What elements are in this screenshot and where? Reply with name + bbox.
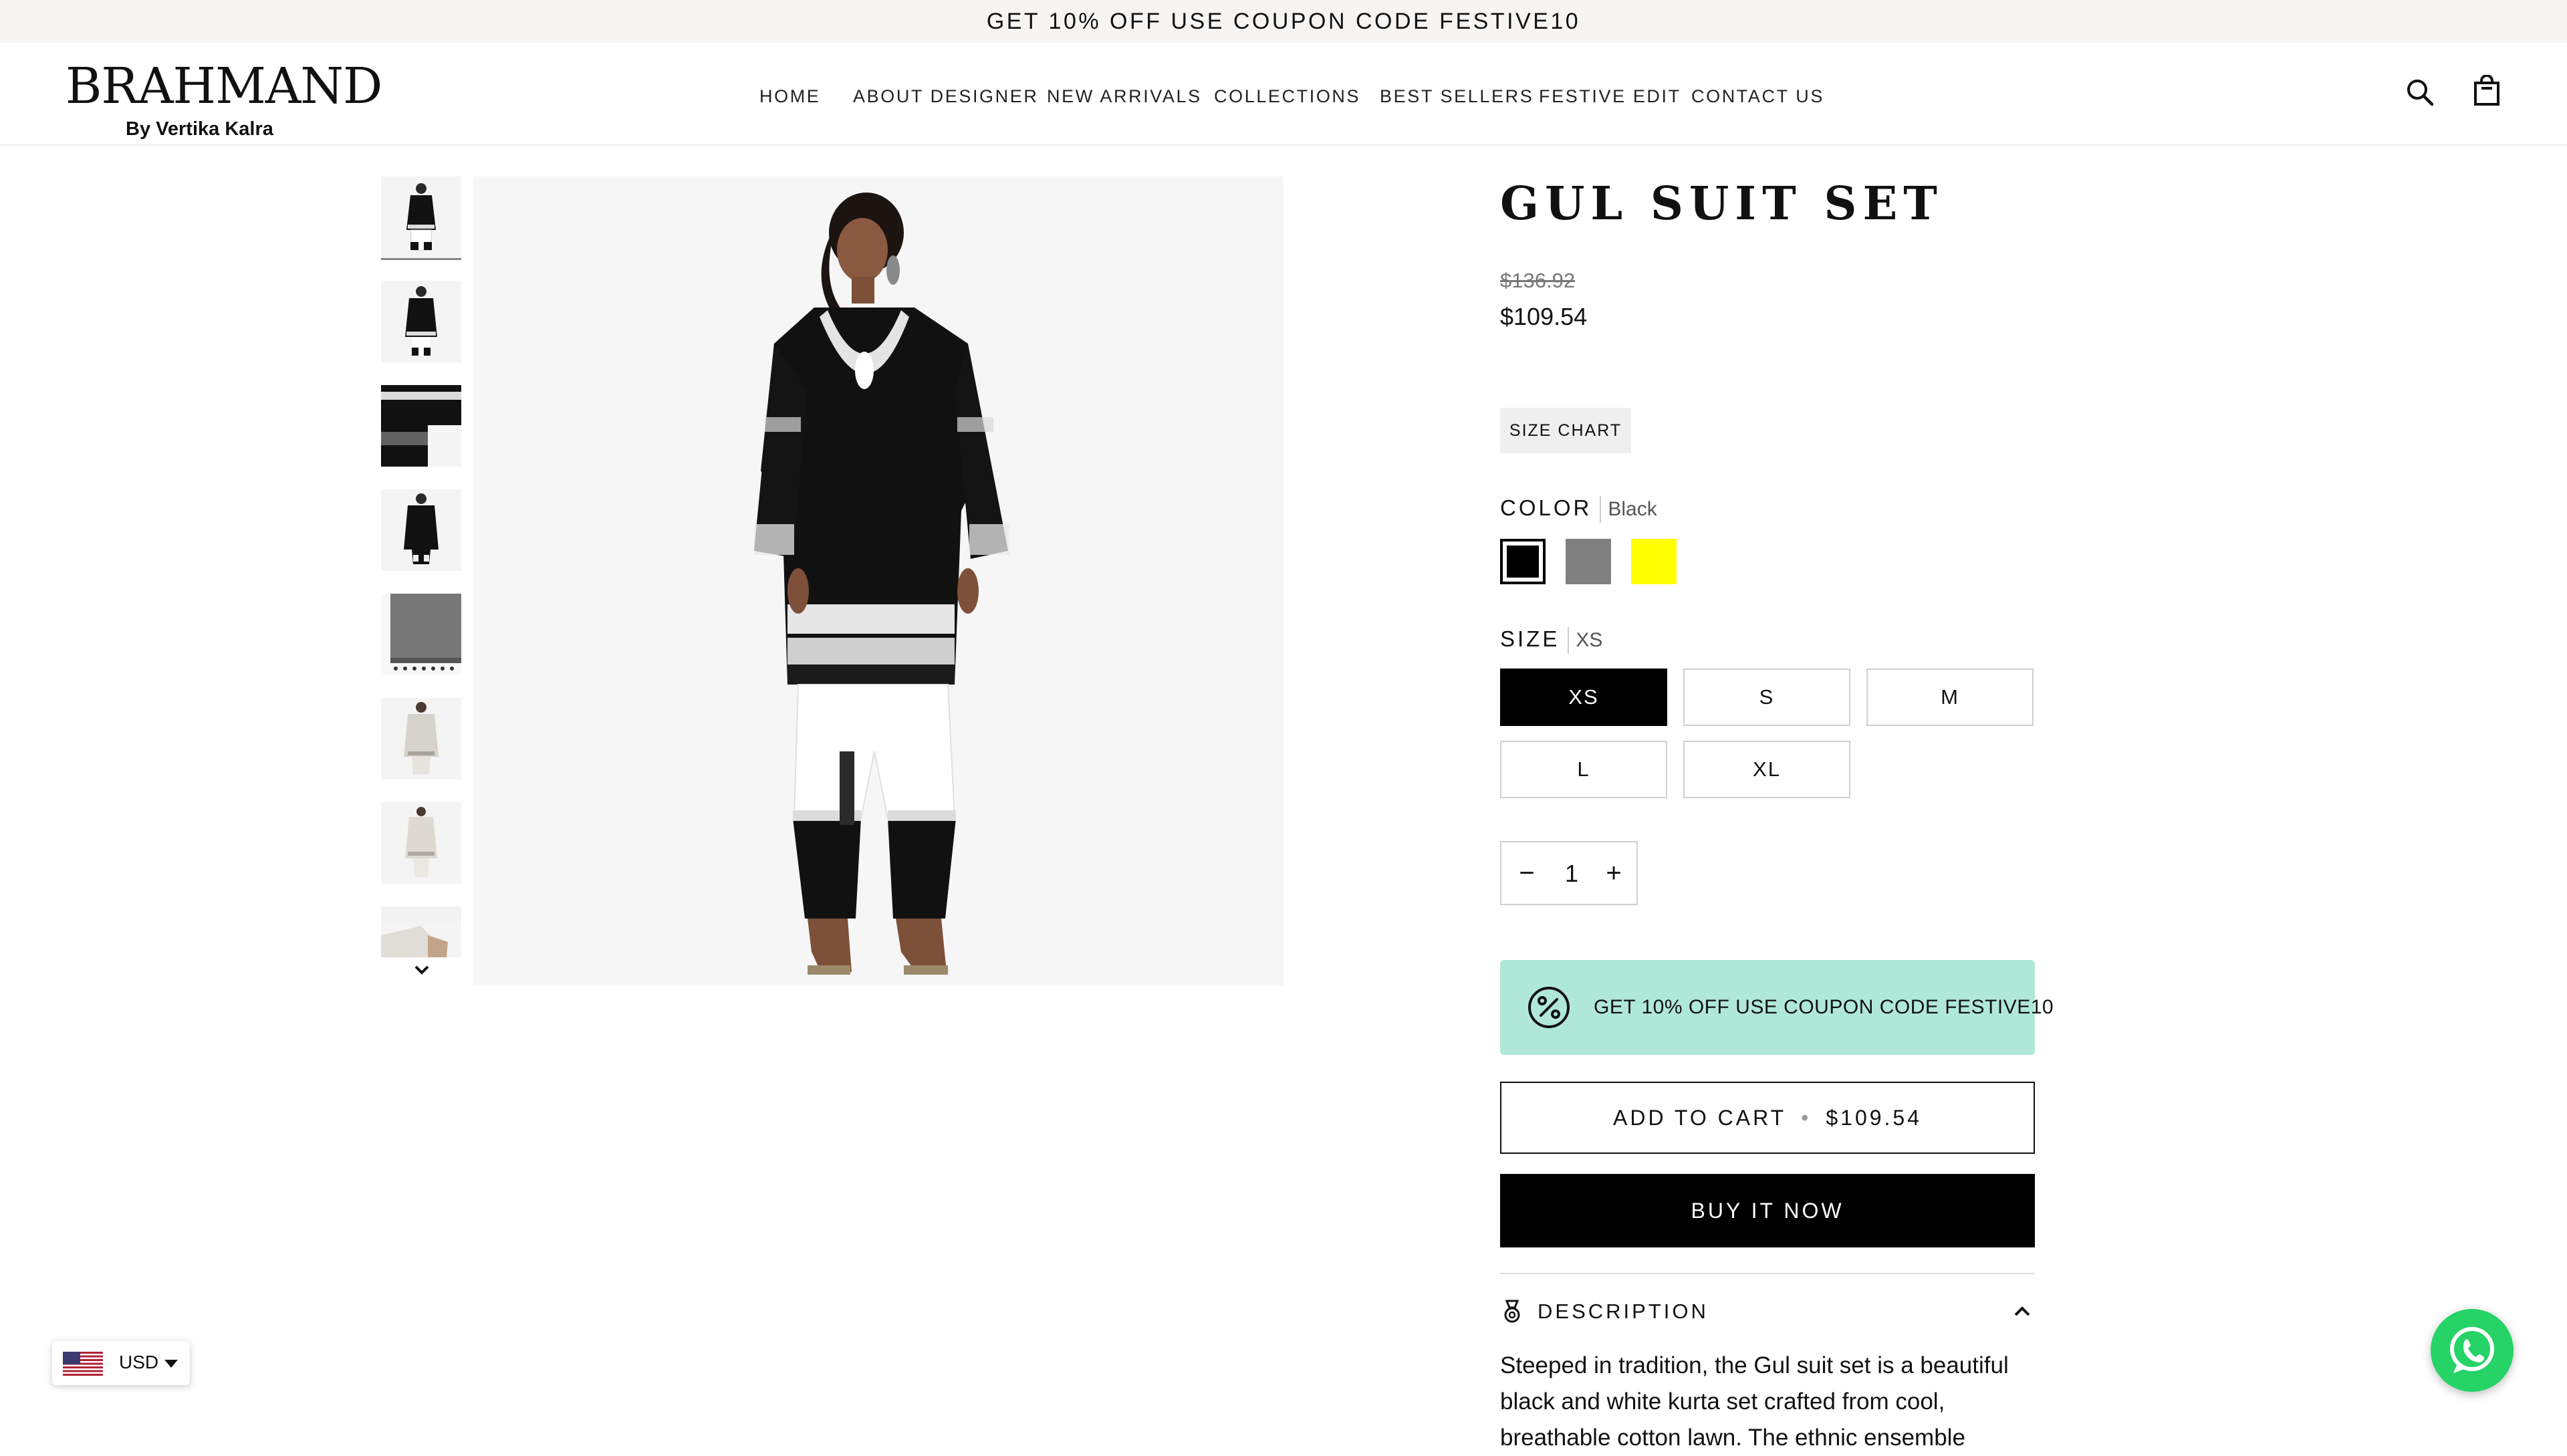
size-selected-value: XS: [1576, 629, 1603, 651]
color-selected-value: Black: [1608, 498, 1657, 520]
brand-tagline: By Vertika Kalra: [126, 118, 273, 140]
size-option-l[interactable]: L: [1500, 741, 1667, 798]
description-divider: [1500, 1273, 2035, 1274]
nav-contact-us[interactable]: CONTACT US: [1691, 83, 1824, 110]
product-title: GUL SUIT SET: [1500, 177, 1943, 231]
add-to-cart-separator: •: [1801, 1105, 1812, 1130]
thumbnail-8[interactable]: [381, 906, 461, 957]
quantity-input[interactable]: [1552, 854, 1591, 893]
whatsapp-chat-button[interactable]: [2431, 1309, 2514, 1392]
announcement-bar: GET 10% OFF USE COUPON CODE FESTIVE10: [0, 0, 2567, 43]
quantity-decrease-button[interactable]: −: [1508, 854, 1546, 892]
add-to-cart-button[interactable]: ADD TO CART • $109.54: [1500, 1082, 2035, 1154]
nav-about-designer[interactable]: ABOUT DESIGNER: [853, 83, 1038, 110]
size-option-m[interactable]: M: [1866, 669, 2034, 726]
compare-at-price: $136.92: [1500, 269, 1576, 292]
color-swatch-grey[interactable]: [1566, 539, 1611, 584]
color-swatch-black[interactable]: [1500, 539, 1546, 584]
add-to-cart-price: $109.54: [1826, 1105, 1923, 1130]
thumbnail-1[interactable]: [381, 176, 461, 260]
color-option-label: COLOR Black: [1500, 495, 1657, 523]
quantity-increase-button[interactable]: +: [1595, 854, 1632, 892]
thumbnail-4[interactable]: [381, 489, 461, 571]
product-price: $109.54: [1500, 303, 1588, 330]
nav-best-sellers[interactable]: BEST SELLERS: [1380, 83, 1534, 110]
nav-new-arrivals[interactable]: NEW ARRIVALS: [1047, 83, 1202, 110]
color-label: COLOR: [1500, 495, 1592, 520]
thumbnail-3[interactable]: [381, 385, 461, 467]
description-label: DESCRIPTION: [1538, 1300, 1709, 1323]
main-product-image[interactable]: [473, 176, 1284, 985]
coupon-banner: GET 10% OFF USE COUPON CODE FESTIVE10: [1500, 960, 2054, 1055]
nav-festive-edit[interactable]: FESTIVE EDIT: [1539, 83, 1681, 110]
chevron-up-icon[interactable]: [2012, 1304, 2032, 1320]
us-flag-icon: [63, 1352, 103, 1376]
size-option-s[interactable]: S: [1683, 669, 1850, 726]
thumbnail-6[interactable]: [381, 698, 461, 779]
search-icon[interactable]: [2401, 74, 2439, 111]
size-option-xl[interactable]: XL: [1683, 741, 1850, 798]
whatsapp-icon: [2450, 1327, 2494, 1373]
currency-code: USD: [119, 1352, 159, 1372]
color-swatch-yellow[interactable]: [1631, 539, 1677, 584]
nav-collections[interactable]: COLLECTIONS: [1214, 83, 1360, 110]
add-to-cart-label: ADD TO CART: [1612, 1105, 1787, 1130]
size-option-label: SIZE XS: [1500, 626, 1602, 654]
description-text: Steeped in tradition, the Gul suit set i…: [1500, 1352, 2009, 1451]
medal-icon: [1500, 1300, 1524, 1324]
description-accordion-header[interactable]: DESCRIPTION: [1500, 1297, 2035, 1326]
nav-home[interactable]: HOME: [759, 83, 820, 110]
discount-percent-icon: [1527, 985, 1571, 1029]
chevron-down-icon[interactable]: [410, 963, 433, 979]
size-chart-button[interactable]: SIZE CHART: [1500, 408, 1631, 453]
caret-down-icon: [164, 1360, 178, 1368]
currency-selector[interactable]: USD: [52, 1341, 190, 1385]
thumbnail-7[interactable]: [381, 802, 461, 884]
shopping-bag-icon[interactable]: [2468, 72, 2505, 110]
coupon-banner-text: GET 10% OFF USE COUPON CODE FESTIVE10: [1594, 996, 2054, 1018]
site-header: BRAHMAND By Vertika Kalra HOME ABOUT DES…: [0, 43, 2567, 146]
thumbnail-2[interactable]: [381, 281, 461, 362]
size-option-xs[interactable]: XS: [1500, 669, 1667, 726]
size-label: SIZE: [1500, 626, 1560, 651]
thumbnail-5[interactable]: [381, 594, 461, 675]
buy-it-now-button[interactable]: BUY IT NOW: [1500, 1174, 2035, 1247]
quantity-stepper: − +: [1500, 841, 1638, 905]
main-nav: HOME ABOUT DESIGNER NEW ARRIVALS COLLECT…: [0, 83, 2567, 110]
